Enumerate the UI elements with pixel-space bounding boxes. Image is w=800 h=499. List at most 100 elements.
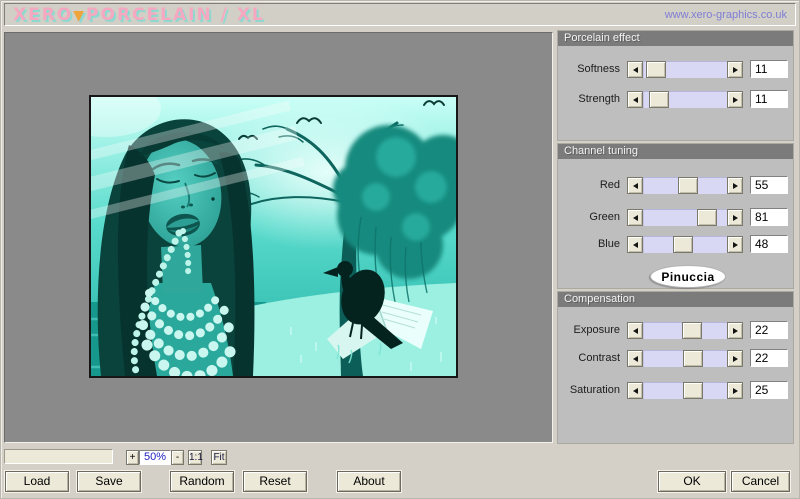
exposure-increment-button[interactable] bbox=[727, 322, 743, 339]
website-link[interactable]: www.xero-graphics.co.uk bbox=[665, 9, 787, 21]
app-title: XERO▼PORCELAIN / XL bbox=[13, 5, 265, 25]
blue-slider-track[interactable] bbox=[643, 236, 727, 253]
softness-slider-track[interactable] bbox=[643, 61, 727, 78]
contrast-decrement-button[interactable] bbox=[627, 350, 643, 367]
softness-increment-button[interactable] bbox=[727, 61, 743, 78]
arrow-right-icon bbox=[732, 66, 741, 73]
zoom-out-button[interactable]: - bbox=[171, 450, 184, 465]
preview-panel bbox=[4, 32, 553, 443]
group-porcelain-effect-title: Porcelain effect bbox=[558, 31, 793, 46]
about-button[interactable]: About bbox=[337, 471, 401, 492]
fit-button[interactable]: Fit bbox=[211, 450, 227, 465]
save-button[interactable]: Save bbox=[77, 471, 141, 492]
load-button[interactable]: Load bbox=[5, 471, 69, 492]
progress-bar bbox=[4, 449, 113, 464]
softness-slider-thumb[interactable] bbox=[645, 61, 666, 78]
saturation-value-field[interactable]: 25 bbox=[750, 381, 788, 399]
title-bar: XERO▼PORCELAIN / XL www.xero-graphics.co… bbox=[4, 3, 796, 26]
arrow-left-icon bbox=[630, 355, 638, 362]
saturation-decrement-button[interactable] bbox=[627, 382, 643, 399]
arrow-right-icon bbox=[732, 214, 741, 221]
arrow-right-icon bbox=[732, 241, 741, 248]
slider-label-red: Red bbox=[599, 179, 620, 191]
group-compensation-title: Compensation bbox=[558, 292, 793, 307]
arrow-left-icon bbox=[630, 327, 638, 334]
group-channel-tuning: Channel tuning Red 55 Green 81 Blue 48 P… bbox=[558, 144, 793, 288]
group-porcelain-effect: Porcelain effect Softness 11 Strength 11 bbox=[558, 31, 793, 140]
group-compensation: Compensation Exposure 22 Contrast 22 Sat… bbox=[558, 292, 793, 443]
softness-value-field[interactable]: 11 bbox=[750, 60, 788, 78]
ok-button[interactable]: OK bbox=[658, 471, 726, 492]
slider-row-green: Green 81 bbox=[558, 208, 793, 226]
contrast-increment-button[interactable] bbox=[727, 350, 743, 367]
cancel-button[interactable]: Cancel bbox=[731, 471, 790, 492]
slider-row-softness: Softness 11 bbox=[558, 60, 793, 78]
blue-increment-button[interactable] bbox=[727, 236, 743, 253]
slider-label-softness: Softness bbox=[577, 63, 620, 75]
zoom-in-button[interactable]: + bbox=[126, 450, 139, 465]
blue-value-field[interactable]: 48 bbox=[750, 235, 788, 253]
saturation-slider-thumb[interactable] bbox=[683, 382, 704, 399]
slider-row-blue: Blue 48 bbox=[558, 235, 793, 253]
slider-row-saturation: Saturation 25 bbox=[558, 381, 793, 399]
arrow-right-icon bbox=[732, 96, 741, 103]
green-slider-thumb[interactable] bbox=[696, 209, 717, 226]
strength-decrement-button[interactable] bbox=[627, 91, 643, 108]
exposure-value-field[interactable]: 22 bbox=[750, 321, 788, 339]
group-channel-tuning-title: Channel tuning bbox=[558, 144, 793, 159]
preview-image[interactable] bbox=[89, 95, 458, 378]
green-slider-track[interactable] bbox=[643, 209, 727, 226]
arrow-right-icon bbox=[732, 327, 741, 334]
slider-row-red: Red 55 bbox=[558, 176, 793, 194]
app-title-xero: XERO bbox=[13, 4, 74, 25]
strength-slider-track[interactable] bbox=[643, 91, 727, 108]
red-slider-thumb[interactable] bbox=[678, 177, 699, 194]
slider-row-strength: Strength 11 bbox=[558, 90, 793, 108]
reset-button[interactable]: Reset bbox=[243, 471, 307, 492]
red-increment-button[interactable] bbox=[727, 177, 743, 194]
red-slider-track[interactable] bbox=[643, 177, 727, 194]
slider-label-exposure: Exposure bbox=[573, 324, 620, 336]
blue-slider-thumb[interactable] bbox=[673, 236, 694, 253]
slider-label-saturation: Saturation bbox=[569, 384, 620, 396]
arrow-right-icon bbox=[732, 387, 741, 394]
pinuccia-badge: Pinuccia bbox=[650, 265, 726, 288]
blue-decrement-button[interactable] bbox=[627, 236, 643, 253]
random-button[interactable]: Random bbox=[170, 471, 234, 492]
arrow-left-icon bbox=[630, 387, 638, 394]
actual-size-button[interactable]: 1:1 bbox=[188, 450, 203, 465]
zoom-level-field[interactable]: 50% bbox=[139, 450, 171, 465]
contrast-slider-track[interactable] bbox=[643, 350, 727, 367]
exposure-decrement-button[interactable] bbox=[627, 322, 643, 339]
exposure-slider-track[interactable] bbox=[643, 322, 727, 339]
green-value-field[interactable]: 81 bbox=[750, 208, 788, 226]
slider-label-contrast: Contrast bbox=[578, 352, 620, 364]
strength-slider-thumb[interactable] bbox=[649, 91, 670, 108]
contrast-slider-thumb[interactable] bbox=[682, 350, 703, 367]
slider-label-blue: Blue bbox=[597, 238, 620, 250]
saturation-increment-button[interactable] bbox=[727, 382, 743, 399]
red-value-field[interactable]: 55 bbox=[750, 176, 788, 194]
arrow-right-icon bbox=[732, 182, 741, 189]
arrow-left-icon bbox=[630, 214, 638, 221]
app-title-porcelain-xl: PORCELAIN / XL bbox=[86, 4, 265, 25]
exposure-slider-thumb[interactable] bbox=[682, 322, 703, 339]
strength-increment-button[interactable] bbox=[727, 91, 743, 108]
preview-art bbox=[91, 97, 456, 376]
slider-row-exposure: Exposure 22 bbox=[558, 321, 793, 339]
arrow-left-icon bbox=[630, 241, 638, 248]
triangle-divider-icon: ▼ bbox=[73, 7, 87, 24]
strength-value-field[interactable]: 11 bbox=[750, 90, 788, 108]
saturation-slider-track[interactable] bbox=[643, 382, 727, 399]
slider-row-contrast: Contrast 22 bbox=[558, 349, 793, 367]
arrow-left-icon bbox=[630, 96, 638, 103]
arrow-left-icon bbox=[630, 182, 638, 189]
green-decrement-button[interactable] bbox=[627, 209, 643, 226]
plugin-window: XERO▼PORCELAIN / XL www.xero-graphics.co… bbox=[0, 0, 800, 499]
contrast-value-field[interactable]: 22 bbox=[750, 349, 788, 367]
arrow-right-icon bbox=[732, 355, 741, 362]
red-decrement-button[interactable] bbox=[627, 177, 643, 194]
softness-decrement-button[interactable] bbox=[627, 61, 643, 78]
slider-label-green: Green bbox=[589, 211, 620, 223]
green-increment-button[interactable] bbox=[727, 209, 743, 226]
